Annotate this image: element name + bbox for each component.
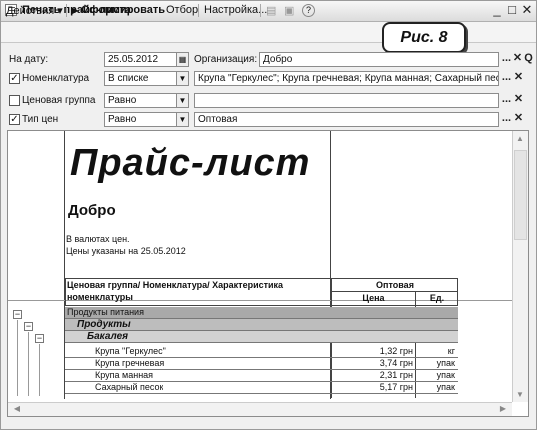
play-icon: ▶: [72, 6, 79, 15]
organization-select-button[interactable]: ...: [501, 52, 512, 67]
row-name: Бакалея: [87, 331, 129, 342]
header-group: Ценовая группа/ Номенклатура/ Характерис…: [67, 280, 284, 290]
organization-search-icon[interactable]: Q: [523, 52, 534, 67]
row-unit: кг: [447, 346, 455, 356]
preview-icon[interactable]: ▣: [284, 4, 294, 17]
collapse-group-icon[interactable]: −: [35, 334, 44, 343]
scroll-left-icon[interactable]: ◀: [10, 404, 24, 413]
header-subline: [331, 291, 458, 292]
figure-badge: Рис. 8: [382, 22, 466, 53]
tree-line: [17, 320, 18, 396]
row-price: 5,17 грн: [379, 382, 413, 392]
row-price: 3,74 грн: [379, 358, 413, 368]
header-price: Цена: [362, 293, 385, 303]
row-name: Крупа гречневая: [95, 358, 165, 368]
vertical-scroll-thumb[interactable]: [514, 150, 527, 240]
tree-line: [39, 344, 40, 396]
header-nomenclature: номенклатуры: [67, 292, 133, 302]
row-name: Крупа манная: [95, 370, 154, 380]
calendar-icon[interactable]: ▦: [177, 52, 189, 67]
chevron-down-icon[interactable]: ▼: [177, 112, 189, 127]
maximize-button[interactable]: □: [505, 2, 519, 18]
price-type-label: Тип цен: [22, 114, 59, 125]
tree-line: [28, 332, 29, 396]
row-name: Сахарный песок: [95, 382, 164, 392]
actions-menu[interactable]: Действия ▾: [6, 4, 63, 17]
chevron-down-icon[interactable]: ▼: [177, 93, 189, 108]
price-group-mode-select[interactable]: Равно: [104, 93, 177, 108]
toolbar-separator: [260, 4, 261, 17]
close-button[interactable]: ✕: [520, 2, 534, 18]
nomenclature-select-button[interactable]: ...: [501, 71, 512, 86]
row-price: 1,32 грн: [379, 346, 413, 356]
table-row[interactable]: Крупа "Геркулес" 1,32 грн кг: [65, 346, 458, 358]
table-row[interactable]: Крупа гречневая 3,74 грн упак: [65, 358, 458, 370]
organization-field[interactable]: Добро: [259, 52, 499, 67]
price-group-select-button[interactable]: ...: [501, 93, 512, 108]
row-unit: упак: [436, 370, 455, 380]
price-group-label: Ценовая группа: [22, 95, 96, 106]
row-name: Продукты: [77, 319, 131, 330]
nomenclature-label: Номенклатура: [22, 73, 90, 84]
report-organization: Добро: [68, 202, 116, 219]
price-group-checkbox[interactable]: [9, 95, 20, 106]
scroll-up-icon[interactable]: ▲: [513, 134, 527, 143]
report-title: Прайс-лист: [70, 142, 311, 184]
nomenclature-mode-select[interactable]: В списке: [104, 71, 177, 86]
organization-clear-icon[interactable]: ✕: [512, 52, 523, 67]
nomenclature-clear-icon[interactable]: ✕: [513, 71, 524, 86]
scroll-right-icon[interactable]: ▶: [496, 404, 510, 413]
scroll-down-icon[interactable]: ▼: [513, 390, 527, 399]
price-type-value-field[interactable]: Оптовая: [194, 112, 499, 127]
toolbar-separator: [66, 4, 67, 17]
table-row[interactable]: Продукты: [65, 319, 458, 331]
price-type-checkbox[interactable]: ✓: [9, 114, 20, 125]
toolbar-separator: [198, 4, 199, 17]
row-name: Крупа "Геркулес": [95, 346, 166, 356]
table-row[interactable]: Бакалея: [65, 331, 458, 343]
minimize-button[interactable]: _: [490, 2, 504, 18]
table-row[interactable]: Крупа манная 2,31 грн упак: [65, 370, 458, 382]
organization-label: Организация:: [194, 54, 258, 65]
nomenclature-value-field[interactable]: Крупа "Геркулес"; Крупа гречневая; Крупа…: [194, 71, 499, 86]
collapse-group-icon[interactable]: −: [24, 322, 33, 331]
date-field[interactable]: 25.05.2012: [104, 52, 177, 67]
date-note: Цены указаны на 25.05.2012: [66, 246, 186, 256]
header-unit: Ед.: [429, 293, 445, 303]
price-type-clear-icon[interactable]: ✕: [513, 112, 524, 127]
header-price-type: Оптовая: [376, 280, 414, 290]
row-name: Продукты питания: [67, 307, 144, 317]
price-group-value-field[interactable]: [194, 93, 499, 108]
price-group-clear-icon[interactable]: ✕: [513, 93, 524, 108]
price-type-select-button[interactable]: ...: [501, 112, 512, 127]
row-price: 2,31 грн: [379, 370, 413, 380]
chevron-down-icon[interactable]: ▼: [177, 71, 189, 86]
help-icon[interactable]: ?: [302, 4, 315, 17]
table-row[interactable]: Продукты питания: [65, 307, 458, 319]
settings-button[interactable]: Настройка...: [204, 4, 267, 16]
print-icon[interactable]: ▤: [266, 4, 276, 17]
table-row[interactable]: Сахарный песок 5,17 грн упак: [65, 382, 458, 394]
collapse-group-icon[interactable]: −: [13, 310, 22, 319]
horizontal-scrollbar[interactable]: [8, 402, 512, 416]
row-unit: упак: [436, 358, 455, 368]
price-type-mode-select[interactable]: Равно: [104, 112, 177, 127]
date-label: На дату:: [9, 54, 49, 65]
nomenclature-checkbox[interactable]: ✓: [9, 73, 20, 84]
row-unit: упак: [436, 382, 455, 392]
generate-button[interactable]: ▶ Сформировать: [72, 4, 165, 16]
currency-note: В валютах цен.: [66, 234, 130, 244]
filter-button[interactable]: Отбор: [166, 4, 198, 16]
